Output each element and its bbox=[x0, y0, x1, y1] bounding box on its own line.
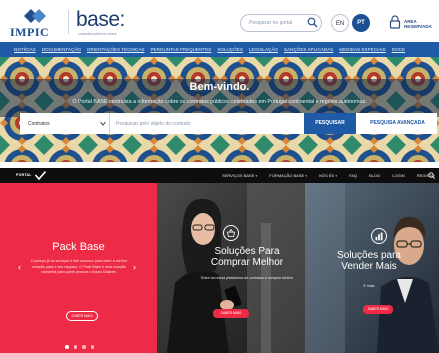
comprar-melhor-subtitle: Entre na nossa plataforma de contratos e… bbox=[200, 276, 294, 280]
base-portal-screen: IMPIC base: contratos públicos online Pe… bbox=[0, 0, 439, 162]
comprar-melhor-title: Soluções Para Comprar Melhor bbox=[210, 246, 284, 268]
checkmark-logo-icon[interactable] bbox=[35, 171, 46, 180]
nav-blog[interactable]: BLOG bbox=[369, 173, 380, 178]
contract-search-input[interactable]: Pesquisar pelo objeto do contrato bbox=[116, 121, 191, 127]
vender-mais-button[interactable]: SABER MAIS bbox=[363, 305, 393, 314]
nav-faq[interactable]: FAQ bbox=[349, 173, 357, 178]
base-logo-text: base bbox=[76, 8, 120, 31]
carousel-dot[interactable] bbox=[82, 345, 86, 349]
arrow-right-icon[interactable]: › bbox=[133, 262, 136, 272]
carousel-dot[interactable] bbox=[73, 345, 77, 349]
nav-item-faq[interactable]: PERGUNTAS FREQUENTES bbox=[150, 47, 211, 52]
chevron-down-icon bbox=[100, 121, 106, 126]
impic-logo[interactable]: IMPIC bbox=[10, 8, 62, 39]
nav-formacao-base[interactable]: FORMAÇÃO BASE ▾ bbox=[269, 173, 307, 178]
language-pt-button[interactable]: PT bbox=[352, 14, 370, 32]
portal-screen: PORTAL SERVIÇOS BASE ▾ FORMAÇÃO BASE ▾ N… bbox=[0, 168, 439, 353]
nav-item-solucoes[interactable]: SOLUÇÕES bbox=[217, 47, 243, 52]
lock-icon[interactable] bbox=[389, 15, 401, 29]
vender-mais-subtitle: E mais bbox=[363, 284, 375, 288]
nav-servicos-base-label: SERVIÇOS BASE bbox=[222, 173, 255, 178]
impic-logo-text: IMPIC bbox=[10, 25, 50, 39]
carousel-dot[interactable] bbox=[90, 345, 94, 349]
nav-item-orientacoes[interactable]: ORIENTAÇÕES TÉCNICAS bbox=[87, 47, 145, 52]
intro-text: O Portal BASE centraliza a informação so… bbox=[72, 99, 367, 105]
nav-nos-es[interactable]: NÓS ÉS ▾ bbox=[319, 173, 337, 178]
site-header: IMPIC base: contratos públicos online Pe… bbox=[0, 0, 439, 42]
chevron-down-icon: ▾ bbox=[335, 174, 338, 178]
chevron-down-icon: ▾ bbox=[305, 174, 308, 178]
impic-mark-icon bbox=[24, 9, 46, 23]
nav-item-documentacao[interactable]: DOCUMENTAÇÃO bbox=[42, 47, 81, 52]
logo-divider bbox=[68, 10, 69, 34]
welcome-heading: Bem-vindo. bbox=[189, 81, 250, 93]
portal-nav: PORTAL SERVIÇOS BASE ▾ FORMAÇÃO BASE ▾ N… bbox=[0, 168, 439, 183]
nav-item-doce[interactable]: DOCE bbox=[392, 47, 405, 52]
base-logo-colon: : bbox=[119, 8, 126, 31]
nav-servicos-base[interactable]: SERVIÇOS BASE ▾ bbox=[222, 173, 257, 178]
woman-photo bbox=[157, 183, 305, 353]
search-type-select[interactable]: Contratos bbox=[20, 113, 110, 134]
search-icon[interactable] bbox=[428, 172, 435, 179]
pack-base-description: Conheça já os serviços e fale conosco pa… bbox=[30, 259, 128, 274]
base-logo[interactable]: base: bbox=[76, 8, 125, 32]
nav-item-noticias[interactable]: NOTÍCIAS bbox=[14, 47, 36, 52]
vender-mais-panel: Soluções para Vender Mais E mais SABER M… bbox=[305, 183, 439, 353]
hero-banner: Bem-vindo. O Portal BASE centraliza a in… bbox=[0, 57, 439, 162]
pack-base-title: Pack Base bbox=[52, 241, 105, 253]
nav-formacao-base-label: FORMAÇÃO BASE bbox=[269, 173, 305, 178]
advanced-search-button[interactable]: PESQUISA AVANÇADA bbox=[358, 113, 437, 134]
comprar-melhor-panel: Soluções Para Comprar Melhor Entre na no… bbox=[157, 183, 305, 353]
main-nav: NOTÍCIAS DOCUMENTAÇÃO ORIENTAÇÕES TÉCNIC… bbox=[0, 42, 439, 57]
contract-search-bar: Contratos Pesquisar pelo objeto do contr… bbox=[20, 113, 437, 134]
chart-icon bbox=[371, 228, 387, 244]
nav-login[interactable]: LOGIN bbox=[392, 173, 404, 178]
nav-item-medidas[interactable]: MEDIDAS ESPECIAIS bbox=[339, 47, 385, 52]
portal-logo-text[interactable]: PORTAL bbox=[16, 173, 32, 177]
chevron-down-icon: ▾ bbox=[255, 174, 258, 178]
vender-mais-title: Soluções para Vender Mais bbox=[337, 250, 401, 272]
pack-base-panel: Pack Base ‹ › Conheça já os serviços e f… bbox=[0, 183, 157, 353]
reserved-area-link[interactable]: ÁREA RESERVADA bbox=[404, 19, 439, 29]
search-icon[interactable] bbox=[307, 17, 318, 28]
comprar-melhor-button[interactable]: SABER MAIS bbox=[213, 309, 249, 318]
search-button[interactable]: PESQUISAR bbox=[304, 113, 356, 134]
search-type-value: Contratos bbox=[28, 121, 50, 127]
arrow-left-icon[interactable]: ‹ bbox=[18, 262, 21, 272]
portal-nav-items: SERVIÇOS BASE ▾ FORMAÇÃO BASE ▾ NÓS ÉS ▾… bbox=[222, 168, 435, 183]
basket-icon bbox=[223, 225, 239, 241]
nav-item-legislacao[interactable]: LEGISLAÇÃO bbox=[249, 47, 278, 52]
nav-item-sancoes[interactable]: SANÇÕES APLICADAS bbox=[284, 47, 333, 52]
base-subtitle: contratos públicos online bbox=[78, 32, 117, 36]
nav-nos-es-label: NÓS ÉS bbox=[319, 173, 335, 178]
language-en-button[interactable]: EN bbox=[331, 14, 349, 32]
carousel-dots bbox=[65, 345, 94, 349]
carousel-dot[interactable] bbox=[65, 345, 69, 349]
pack-base-button[interactable]: SABER MAIS bbox=[66, 311, 98, 321]
